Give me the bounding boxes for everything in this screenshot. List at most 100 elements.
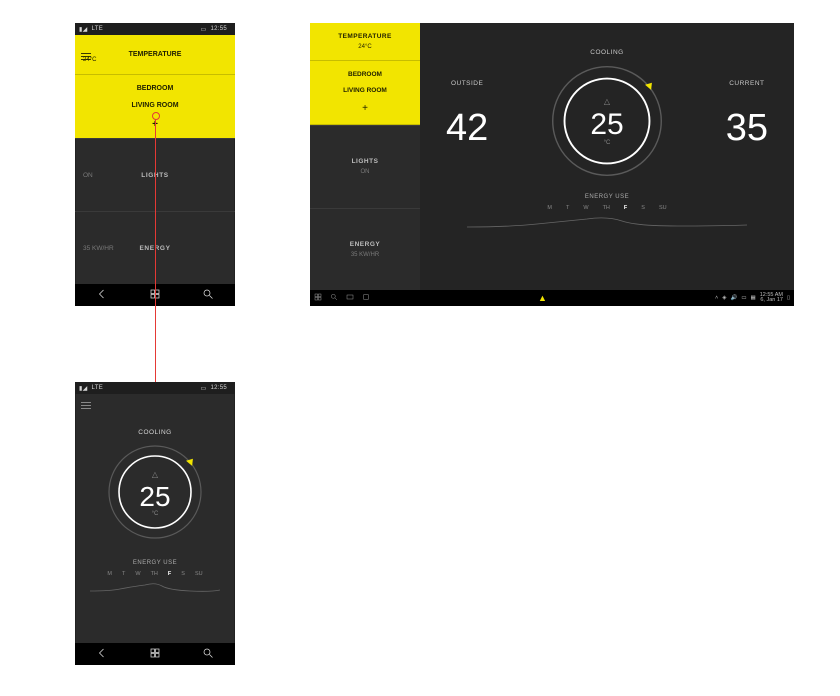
phone-cooling-view: ▮◢ LTE ▭ 12:55 COOLING △ 25 °C ENERGY US…	[75, 382, 235, 665]
dial-temperature: 25	[590, 108, 623, 142]
add-room-button[interactable]: +	[362, 103, 368, 114]
nav-energy[interactable]: ENERGY 35 KW/HR	[310, 208, 420, 291]
battery-icon: ▭	[201, 385, 207, 392]
room-bedroom[interactable]: BEDROOM	[348, 71, 382, 78]
energy-value: 35 KW/HR	[75, 245, 121, 252]
carrier-label: LTE	[92, 26, 103, 32]
temperature-label: TEMPERATURE	[129, 51, 182, 58]
sidebar: TEMPERATURE 24°C BEDROOM LIVING ROOM + L…	[310, 23, 420, 290]
taskbar-date: 6, Jan 17	[760, 298, 783, 304]
search-icon[interactable]	[330, 293, 338, 303]
reading-current: CURRENT 35	[726, 80, 768, 150]
tray-up-icon[interactable]: ˄	[715, 295, 718, 301]
reading-outside: OUTSIDE 42	[446, 80, 488, 150]
start-button[interactable]	[314, 293, 322, 303]
energy-use-title: ENERGY USE	[585, 194, 629, 200]
lights-label: LIGHTS	[121, 172, 189, 179]
days-row: M T W TH F S SU	[547, 205, 666, 211]
rooms-list: BEDROOM LIVING ROOM +	[310, 61, 420, 125]
energy-label: ENERGY	[350, 241, 380, 248]
temperature-dial[interactable]: △ 25 °C	[105, 442, 205, 544]
temperature-value: 24°C	[358, 44, 371, 50]
days-row: M T W TH F S SU	[107, 571, 202, 577]
windows-button[interactable]	[129, 288, 182, 302]
temperature-value: 24°C	[83, 57, 96, 63]
taskbar-clock[interactable]: 12:55 AM 6, Jan 17	[760, 293, 783, 304]
tray-batt-icon[interactable]: ▭	[741, 295, 746, 301]
day-m[interactable]: M	[547, 205, 552, 211]
dial-unit: °C	[152, 511, 159, 517]
lights-value: ON	[361, 169, 370, 175]
battery-icon: ▭	[201, 26, 207, 33]
current-value: 35	[726, 107, 768, 150]
day-th[interactable]: TH	[603, 205, 610, 211]
day-t[interactable]: T	[566, 205, 569, 211]
day-th[interactable]: TH	[151, 571, 158, 577]
signal-icon: ▮◢	[79, 385, 88, 392]
day-t[interactable]: T	[122, 571, 125, 577]
nav-temperature[interactable]: TEMPERATURE 24°C	[310, 23, 420, 61]
phone-nav-bar	[75, 284, 235, 306]
desktop-view: TEMPERATURE 24°C BEDROOM LIVING ROOM + L…	[310, 23, 794, 306]
back-button[interactable]	[75, 288, 128, 302]
back-button[interactable]	[75, 647, 128, 661]
day-s[interactable]: S	[641, 205, 645, 211]
add-room-button[interactable]: +	[152, 119, 158, 130]
day-w[interactable]: W	[135, 571, 140, 577]
rooms-list: BEDROOM LIVING ROOM +	[75, 75, 235, 138]
status-time: 12:55	[210, 385, 227, 391]
outside-label: OUTSIDE	[451, 80, 483, 87]
search-button[interactable]	[182, 647, 235, 661]
chevron-up-icon[interactable]: △	[152, 470, 158, 479]
tray-vol-icon[interactable]: 🔊	[730, 295, 737, 301]
phone-list-view: ▮◢ LTE ▭ 12:55 TEMPERATURE 24°C BEDROOM …	[75, 23, 235, 306]
status-bar: ▮◢ LTE ▭ 12:55	[75, 382, 235, 394]
nav-lights[interactable]: LIGHTS ON	[310, 125, 420, 208]
main-panel: OUTSIDE 42 COOLING △ 25 °C	[420, 23, 794, 290]
energy-value: 35 KW/HR	[351, 252, 379, 258]
day-s[interactable]: S	[181, 571, 185, 577]
lights-label: LIGHTS	[352, 158, 379, 165]
tray-lang-icon[interactable]: ▦	[751, 295, 756, 301]
temperature-label: TEMPERATURE	[338, 33, 391, 40]
energy-sparkline	[90, 579, 220, 595]
action-center-icon[interactable]: ▯	[787, 295, 790, 301]
page-title: COOLING	[138, 429, 171, 436]
chevron-up-icon[interactable]: △	[604, 97, 610, 106]
day-su[interactable]: SU	[659, 205, 667, 211]
energy-label: ENERGY	[121, 245, 189, 252]
search-button[interactable]	[182, 288, 235, 302]
room-living-room[interactable]: LIVING ROOM	[131, 102, 178, 109]
nav-energy[interactable]: 35 KW/HR ENERGY	[75, 211, 235, 284]
taskbar: ▲ ˄ ◈ 🔊 ▭ ▦ 12:55 AM 6, Jan 17 ▯	[310, 290, 794, 306]
energy-sparkline	[467, 213, 747, 231]
cooling-label: COOLING	[590, 49, 623, 56]
day-m[interactable]: M	[107, 571, 112, 577]
phone-nav-bar	[75, 643, 235, 665]
day-f[interactable]: F	[168, 571, 171, 577]
app-pin-icon[interactable]	[362, 293, 370, 303]
task-view-icon[interactable]	[346, 293, 354, 303]
current-label: CURRENT	[729, 80, 764, 87]
status-bar: ▮◢ LTE ▭ 12:55	[75, 23, 235, 35]
outside-value: 42	[446, 107, 488, 150]
tray-net-icon[interactable]: ◈	[722, 295, 726, 301]
carrier-label: LTE	[92, 385, 103, 391]
energy-use-title: ENERGY USE	[133, 560, 177, 566]
temperature-dial[interactable]: △ 25 °C	[548, 62, 666, 180]
room-living-room[interactable]: LIVING ROOM	[343, 87, 387, 94]
nav-lights[interactable]: ON LIGHTS	[75, 138, 235, 211]
room-bedroom[interactable]: BEDROOM	[137, 85, 174, 92]
nav-temperature[interactable]: TEMPERATURE 24°C	[75, 35, 235, 75]
windows-button[interactable]	[129, 647, 182, 661]
taskbar-app-icon[interactable]: ▲	[370, 293, 715, 303]
day-w[interactable]: W	[583, 205, 588, 211]
signal-icon: ▮◢	[79, 26, 88, 33]
dial-temperature: 25	[139, 481, 170, 513]
day-f[interactable]: F	[624, 205, 627, 211]
menu-icon[interactable]	[81, 400, 91, 411]
day-su[interactable]: SU	[195, 571, 203, 577]
reading-cooling: COOLING △ 25 °C	[548, 49, 666, 180]
dial-unit: °C	[604, 140, 611, 146]
lights-value: ON	[75, 172, 121, 179]
